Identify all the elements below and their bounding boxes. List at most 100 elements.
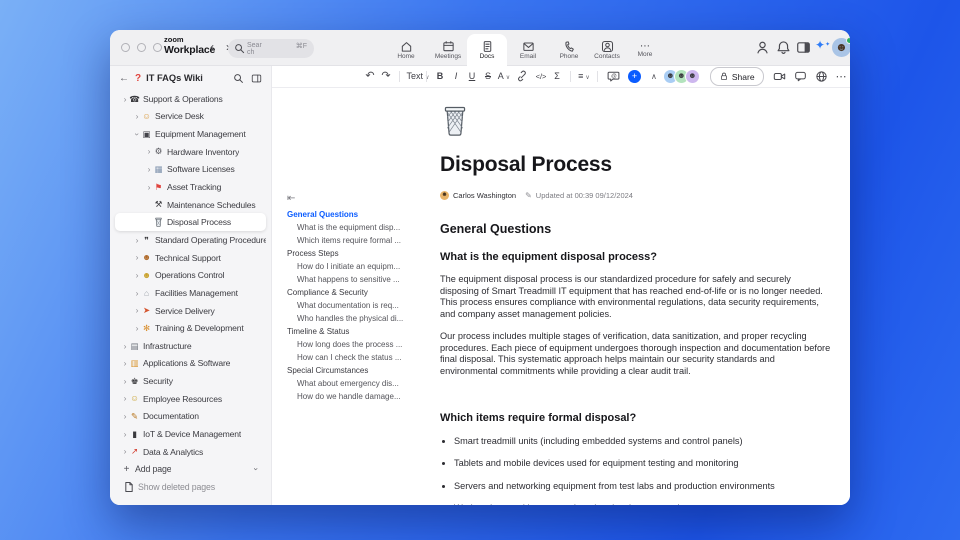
sidebar-item-service-delivery[interactable]: › ➤ Service Delivery: [115, 302, 266, 320]
undo-icon[interactable]: ↶: [364, 71, 377, 82]
ai-insert-button[interactable]: +: [628, 70, 641, 83]
chevron-right-icon[interactable]: ›: [121, 95, 129, 104]
collapse-toc-icon[interactable]: ⇤: [287, 192, 407, 208]
global-search-input[interactable]: Search ⌘F: [228, 39, 314, 58]
chevron-right-icon[interactable]: ›: [133, 112, 141, 121]
sidebar-item-hardware-inventory[interactable]: › ⚙ Hardware Inventory: [115, 143, 266, 161]
collaborator-avatar[interactable]: ☻: [684, 69, 700, 84]
chevron-right-icon[interactable]: ›: [133, 271, 141, 280]
toc-item[interactable]: How long does the process ...: [287, 338, 407, 351]
sidebar-item-security[interactable]: › ♚ Security: [115, 372, 266, 390]
chevron-down-icon[interactable]: ›: [252, 468, 262, 471]
text-color-dropdown[interactable]: A ∨: [498, 72, 511, 82]
ai-companion-sparkle-icon[interactable]: ✦✦: [815, 38, 830, 53]
chevron-right-icon[interactable]: ›: [121, 342, 129, 351]
collapse-toolbar-icon[interactable]: ∧: [651, 72, 657, 81]
code-button[interactable]: </>: [535, 73, 548, 81]
toc-section-title[interactable]: Special Circumstances: [287, 364, 407, 377]
sidebar-item-disposal-process[interactable]: Disposal Process: [115, 213, 266, 232]
sidebar-item-employee-resources[interactable]: › ☺ Employee Resources: [115, 390, 266, 408]
toc-item[interactable]: What is the equipment disp...: [287, 221, 407, 234]
sidebar-item-service-desk[interactable]: › ☺ Service Desk: [115, 108, 266, 126]
toc-item[interactable]: Which items require formal ...: [287, 234, 407, 247]
chevron-right-icon[interactable]: ›: [121, 359, 129, 368]
profile-icon[interactable]: [755, 40, 770, 55]
minimize-window-icon[interactable]: [137, 43, 146, 52]
chevron-right-icon[interactable]: ›: [121, 394, 129, 403]
chevron-right-icon[interactable]: ›: [133, 253, 141, 262]
sidebar-item-infrastructure[interactable]: › ▤ Infrastructure: [115, 337, 266, 355]
panel-toggle-icon[interactable]: [796, 40, 811, 55]
sidebar-item-standard-operating-procedures[interactable]: › ❞ Standard Operating Procedures: [115, 231, 266, 249]
toc-section-title[interactable]: Compliance & Security: [287, 286, 407, 299]
sidebar-item-technical-support[interactable]: › ☻ Technical Support: [115, 249, 266, 267]
sidebar-item-asset-tracking[interactable]: › ⚑ Asset Tracking: [115, 178, 266, 196]
window-controls[interactable]: [121, 43, 162, 52]
sidebar-item-maintenance-schedules[interactable]: ⚒ Maintenance Schedules: [115, 196, 266, 214]
text-style-dropdown[interactable]: Text ∨: [407, 72, 430, 82]
chevron-right-icon[interactable]: ›: [133, 289, 141, 298]
tab-more[interactable]: ⋯ More: [625, 34, 665, 67]
back-icon[interactable]: ←: [119, 73, 129, 84]
sidebar-panel-icon[interactable]: [251, 73, 262, 84]
sidebar-item-documentation[interactable]: › ✎ Documentation: [115, 408, 266, 426]
globe-icon[interactable]: [815, 70, 828, 83]
toc-item[interactable]: Who handles the physical di...: [287, 312, 407, 325]
tab-phone[interactable]: Phone: [549, 34, 589, 67]
tab-contacts[interactable]: Contacts: [587, 34, 627, 67]
strikethrough-button[interactable]: S: [482, 72, 495, 81]
redo-icon[interactable]: ↷: [380, 71, 393, 82]
toc-section-title[interactable]: Timeline & Status: [287, 325, 407, 338]
toc-section-title[interactable]: Process Steps: [287, 247, 407, 260]
sidebar-item-software-licenses[interactable]: › ▦ Software Licenses: [115, 161, 266, 179]
tab-docs[interactable]: Docs: [467, 34, 507, 67]
chevron-right-icon[interactable]: ›: [133, 324, 141, 333]
toc-item[interactable]: What about emergency dis...: [287, 377, 407, 390]
chat-icon[interactable]: [794, 70, 807, 83]
tab-meetings[interactable]: Meetings: [428, 34, 468, 67]
maximize-window-icon[interactable]: [153, 43, 162, 52]
sidebar-item-equipment-management[interactable]: › ▣ Equipment Management: [115, 125, 266, 143]
chevron-right-icon[interactable]: ›: [145, 147, 153, 156]
toc-item[interactable]: What happens to sensitive ...: [287, 273, 407, 286]
chevron-down-icon[interactable]: ›: [132, 130, 142, 138]
doc-content[interactable]: Disposal Process ☻ Carlos Washington ✎ U…: [440, 104, 832, 505]
sidebar-item-facilities-management[interactable]: › ⌂ Facilities Management: [115, 284, 266, 302]
sidebar-item-applications-software[interactable]: › ▥ Applications & Software: [115, 355, 266, 373]
close-window-icon[interactable]: [121, 43, 130, 52]
chevron-right-icon[interactable]: ›: [121, 377, 129, 386]
add-page-button[interactable]: + Add page ›: [115, 460, 266, 478]
bell-icon[interactable]: [776, 40, 791, 55]
sidebar-search-icon[interactable]: [233, 73, 244, 84]
comment-icon[interactable]: @: [607, 70, 620, 83]
share-button[interactable]: Share: [709, 67, 764, 86]
sidebar-item-iot-device-management[interactable]: › ▮ IoT & Device Management: [115, 425, 266, 443]
chevron-right-icon[interactable]: ›: [121, 447, 129, 456]
chevron-right-icon[interactable]: ›: [121, 412, 129, 421]
tab-home[interactable]: Home: [386, 34, 426, 67]
italic-button[interactable]: I: [450, 72, 463, 81]
link-icon[interactable]: [516, 70, 529, 83]
sidebar-item-data-analytics[interactable]: › ↗ Data & Analytics: [115, 443, 266, 461]
chevron-right-icon[interactable]: ›: [133, 306, 141, 315]
tab-email[interactable]: Email: [508, 34, 548, 67]
align-dropdown[interactable]: ≡ ∨: [578, 72, 591, 82]
equation-button[interactable]: Σ: [551, 72, 564, 81]
toc-item[interactable]: What documentation is req...: [287, 299, 407, 312]
toc-item[interactable]: How do we handle damage...: [287, 390, 407, 403]
chevron-right-icon[interactable]: ›: [133, 236, 141, 245]
sidebar-item-training-development[interactable]: › ✻ Training & Development: [115, 319, 266, 337]
sidebar-item-support-operations[interactable]: › ☎ Support & Operations: [115, 90, 266, 108]
sidebar-item-operations-control[interactable]: › ☻ Operations Control: [115, 266, 266, 284]
toc-section-title[interactable]: General Questions: [287, 208, 407, 221]
show-deleted-pages-button[interactable]: Show deleted pages: [115, 478, 266, 496]
underline-button[interactable]: U: [466, 72, 479, 81]
chevron-right-icon[interactable]: ›: [145, 165, 153, 174]
bold-button[interactable]: B: [434, 72, 447, 81]
chevron-right-icon[interactable]: ›: [145, 183, 153, 192]
toc-item[interactable]: How do I initiate an equipm...: [287, 260, 407, 273]
video-icon[interactable]: [773, 70, 786, 83]
chevron-right-icon[interactable]: ›: [121, 430, 129, 439]
more-options-icon[interactable]: ⋯: [836, 70, 847, 83]
back-arrow-icon[interactable]: ‹: [206, 40, 218, 54]
